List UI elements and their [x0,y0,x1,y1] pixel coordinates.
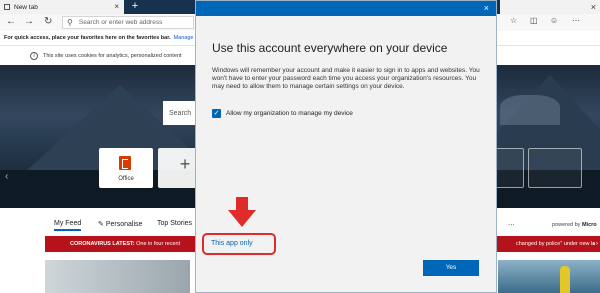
address-placeholder: Search or enter web address [78,19,163,26]
window-controls: × [500,0,600,14]
yes-button[interactable]: Yes [423,260,479,276]
ticker-text: CORONAVIRUS LATEST: One in four recent [70,241,181,247]
powered-by: powered by Micro [552,222,597,228]
profile-icon[interactable]: ☺ [550,16,558,25]
collections-icon[interactable]: ◫ [530,16,538,25]
news-thumbnail[interactable] [45,260,190,293]
toolbar-right: ☆ ◫ ☺ ⋯ [500,16,600,29]
tab-personalise[interactable]: ✎ Personalise [98,220,142,228]
favorites-hint: For quick access, place your favorites h… [4,35,171,41]
quick-link-empty[interactable] [528,148,582,188]
red-arrow-icon [228,197,256,227]
search-icon: ⚲ [67,18,73,27]
new-tab-button[interactable]: + [128,0,142,14]
quick-link-label: Office [118,176,134,182]
checkmark-icon[interactable]: ✓ [212,109,221,118]
prev-arrow-icon[interactable]: ‹ [5,171,8,182]
dialog-body: Windows will remember your account and m… [212,67,480,90]
ticker-text-right: changed by police" under new la [516,241,596,247]
forward-icon[interactable]: → [24,16,34,28]
page-icon [4,4,10,10]
dialog-titlebar: × [196,1,496,16]
window-close-icon[interactable]: × [591,2,596,12]
tab-my-feed[interactable]: My Feed [54,220,82,231]
office-icon [119,156,131,170]
tab-new-tab[interactable]: New tab × [0,0,124,14]
this-app-only-link[interactable]: This app only [211,240,253,247]
tab-top-stories[interactable]: Top Stories [157,220,192,227]
snow-shape [500,95,560,125]
tab-label: New tab [14,3,38,11]
refresh-icon[interactable]: ↻ [44,16,52,28]
address-input[interactable]: ⚲ Search or enter web address [62,16,194,29]
person-shape [560,266,570,293]
more-icon[interactable]: ⋯ [572,16,580,25]
quick-link-office[interactable]: Office [99,148,153,188]
cookie-notice-text: This site uses cookies for analytics, pe… [43,53,182,59]
back-icon[interactable]: ← [6,16,16,28]
news-thumbnail[interactable] [498,260,600,293]
tab-close-icon[interactable]: × [114,2,119,11]
star-icon[interactable]: ☆ [510,16,517,25]
dialog-heading: Use this account everywhere on your devi… [212,41,448,55]
ticker-nav-icon[interactable]: ‹ › [592,241,598,247]
checkbox-label: Allow my organization to manage my devic… [226,110,353,117]
hero-search-placeholder: Search [169,109,192,117]
dialog-close-icon[interactable]: × [484,2,489,14]
info-icon: i [30,52,38,60]
manage-device-checkbox-row[interactable]: ✓ Allow my organization to manage my dev… [212,109,353,118]
more-icon[interactable]: ... [508,218,515,227]
